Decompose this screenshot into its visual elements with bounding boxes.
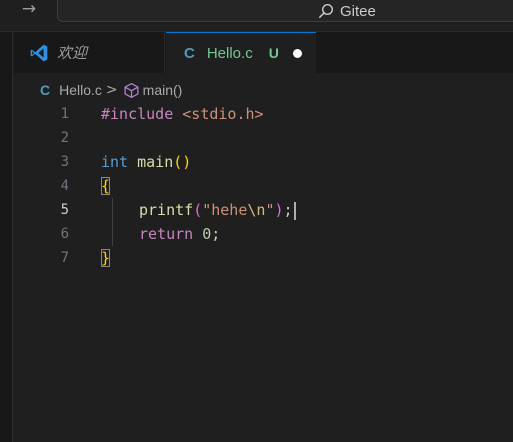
command-center[interactable]: Gitee — [57, 0, 513, 22]
breadcrumb: C Hello.c > main() — [40, 80, 182, 100]
keyword-int: int — [101, 153, 129, 171]
tab-label: Hello.c — [206, 44, 253, 62]
breadcrumb-file[interactable]: Hello.c — [59, 82, 102, 98]
c-file-icon: C — [184, 44, 195, 62]
activity-bar-edge — [0, 32, 13, 442]
include-header: <stdio.h> — [182, 105, 264, 123]
include-directive: #include — [101, 105, 174, 123]
code-text: return 0; — [139, 222, 220, 246]
c-file-icon: C — [40, 82, 51, 98]
number-literal: 0 — [202, 225, 212, 243]
search-icon — [319, 3, 334, 18]
close-brace: } — [101, 249, 111, 267]
line-number: 1 — [60, 106, 69, 122]
unsaved-dot-icon[interactable] — [292, 48, 302, 58]
arrow-right-icon[interactable]: → — [18, 0, 40, 20]
function-name: main — [137, 153, 174, 171]
keyword-return: return — [139, 225, 194, 243]
code-text: int main() — [101, 150, 191, 174]
code-line: 3 int main() — [13, 150, 513, 174]
breadcrumb-symbol[interactable]: main() — [143, 82, 183, 98]
semicolon: ; — [211, 225, 221, 243]
parens: () — [173, 153, 192, 171]
code-text: printf("hehe\n"); — [139, 198, 296, 222]
line-number: 6 — [60, 226, 69, 242]
code-line: 6 return 0; — [13, 222, 513, 246]
tab-welcome[interactable]: 欢迎 — [13, 32, 165, 73]
code-line-active: 5 printf("hehe\n"); — [13, 198, 513, 222]
code-editor[interactable]: 1 #include <stdio.h> 2 3 int main() 4 { … — [13, 102, 513, 442]
semicolon: ; — [283, 201, 293, 219]
code-line: 2 — [13, 126, 513, 150]
code-text: { — [101, 174, 111, 198]
code-line: 4 { — [13, 174, 513, 198]
open-brace: { — [101, 177, 111, 195]
tab-label: 欢迎 — [57, 44, 88, 62]
vscode-logo-icon — [30, 44, 48, 61]
code-text: #include <stdio.h> — [101, 102, 264, 126]
editor-tab-bar: 欢迎 C Hello.c U — [13, 32, 513, 73]
open-paren: ( — [193, 201, 203, 219]
line-number: 4 — [60, 178, 69, 194]
git-status-badge: U — [268, 45, 279, 61]
command-center-label: Gitee — [340, 2, 376, 20]
escape-sequence: \n — [247, 201, 266, 219]
chevron-right-icon: > — [105, 82, 118, 98]
line-number: 7 — [60, 250, 69, 266]
line-number: 2 — [60, 130, 69, 146]
string-literal: "hehe — [202, 201, 248, 219]
printf-call: printf — [139, 201, 194, 219]
title-bar: → Gitee — [0, 0, 513, 32]
code-text: } — [101, 246, 111, 270]
code-line: 1 #include <stdio.h> — [13, 102, 513, 126]
text-cursor — [293, 201, 296, 220]
line-number: 3 — [60, 154, 69, 170]
symbol-method-icon — [124, 82, 139, 98]
code-line: 7 } — [13, 246, 513, 270]
line-number: 5 — [60, 202, 69, 218]
close-paren: ) — [274, 201, 284, 219]
tab-hello-c[interactable]: C Hello.c U — [166, 32, 316, 73]
